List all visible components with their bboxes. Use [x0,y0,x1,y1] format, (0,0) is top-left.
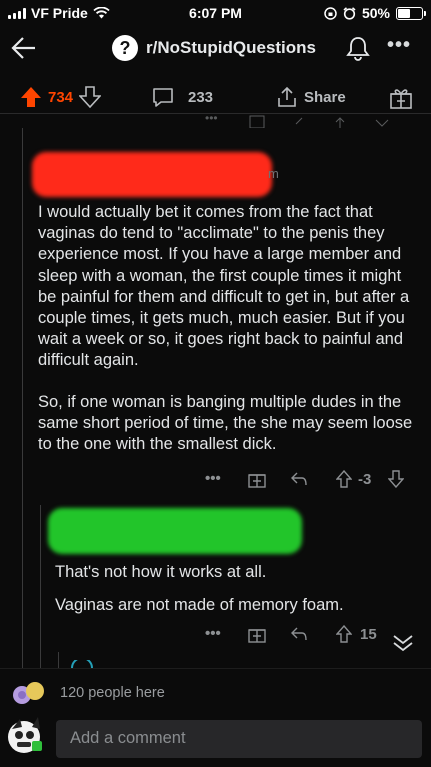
share-button[interactable]: Share [276,86,346,108]
vote-group: 734 [20,86,102,108]
comment-paragraph: So, if one woman is banging multiple dud… [38,392,413,454]
post-action-bar: 734 233 Share [0,80,431,114]
comment-composer-bar: 120 people here Add a comment [0,668,431,767]
comment-body: I would actually bet it comes from the f… [38,202,418,475]
comments-button[interactable]: 233 [152,86,213,108]
subreddit-header: ? r/NoStupidQuestions ••• [0,28,431,70]
scroll-down-chevron-icon[interactable] [390,632,416,654]
reply-icon[interactable] [290,471,308,487]
previous-comment-tools: ••• [190,114,410,128]
presence-indicator: 120 people here [12,681,165,705]
avatar[interactable] [6,715,46,755]
username-suffix: m [268,166,279,181]
share-icon [278,86,296,107]
svg-text:•••: ••• [205,114,218,125]
subreddit-name: r/NoStupidQuestions [146,38,316,57]
subreddit-icon: ? [112,35,138,61]
back-arrow-icon[interactable] [10,34,38,62]
upvote-icon[interactable] [336,625,352,643]
redacted-username [48,508,302,554]
next-reply-avatar-peek [71,660,93,668]
rotation-lock-icon [324,6,337,20]
reply-icon[interactable] [290,626,308,642]
downvote-icon[interactable] [388,470,404,488]
alarm-icon [343,6,356,20]
thread-line-nested [58,652,59,668]
add-comment-input[interactable]: Add a comment [56,720,422,758]
share-label: Share [304,88,346,106]
comment-count: 233 [188,88,214,106]
more-icon[interactable]: ••• [387,35,411,55]
comment-paragraph: Vaginas are not made of memory foam. [55,596,344,615]
comment-score: 15 [360,626,377,643]
downvote-icon[interactable] [79,86,102,108]
battery-icon [396,6,426,20]
more-options-icon[interactable]: ••• [205,470,221,487]
thread-line-reply [40,505,41,668]
award-icon[interactable] [248,625,266,643]
bell-icon[interactable] [346,36,370,62]
upvote-icon[interactable] [336,470,352,488]
award-icon[interactable] [248,470,266,488]
award-icon[interactable] [389,86,413,110]
upvote-icon[interactable] [20,86,42,108]
battery-percent: 50% [361,5,390,21]
comment-paragraph: I would actually bet it comes from the f… [38,203,410,370]
comment-paragraph: That's not how it works at all. [55,563,267,581]
redacted-username [32,152,272,197]
online-users-icon [13,682,44,704]
presence-count: 120 people here [60,685,165,701]
upvote-count: 734 [48,88,74,106]
status-bar: VF Pride 6:07 PM 50% [0,0,431,26]
subreddit-title[interactable]: ? r/NoStupidQuestions [112,35,316,61]
comment-icon [153,88,173,107]
comment-score: -3 [358,471,372,488]
more-options-icon[interactable]: ••• [205,625,221,642]
thread-line-root [22,128,23,668]
status-right: 50% [324,5,426,21]
